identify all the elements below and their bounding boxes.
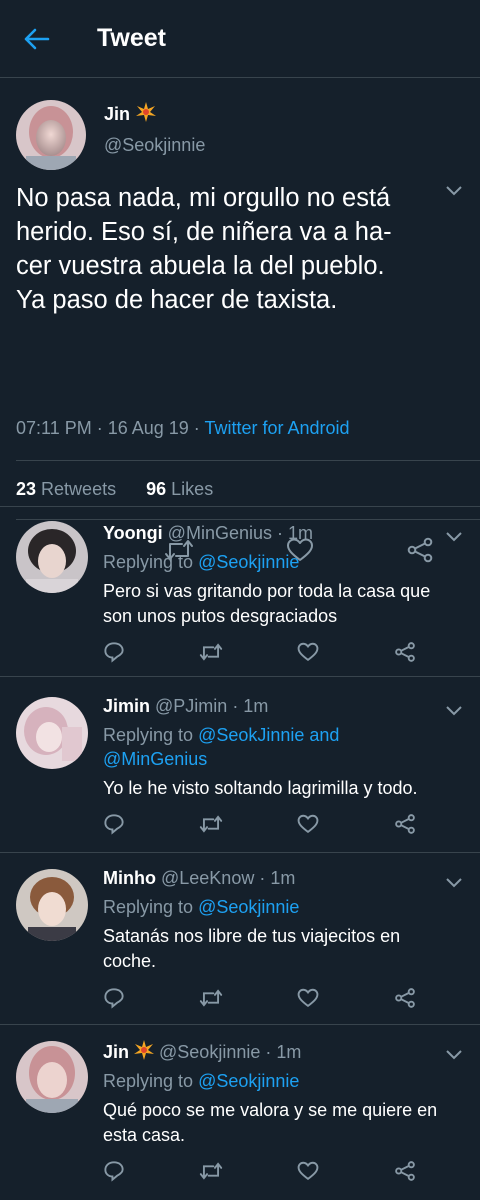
display-name[interactable]: Jin [104, 104, 130, 125]
reply-icon[interactable] [103, 1160, 125, 1182]
tweet-text: No pasa nada, mi orgullo no está herido.… [16, 181, 466, 317]
avatar[interactable] [16, 697, 88, 769]
share-icon[interactable] [394, 813, 416, 835]
avatar[interactable] [16, 100, 86, 170]
display-name[interactable]: Jin [103, 1042, 129, 1063]
top-bar: Tweet [0, 0, 480, 78]
tweet-meta: 07:11 PM · 16 Aug 19 · Twitter for Andro… [16, 418, 350, 439]
reply-text-line: Satanás nos libre de tus viajecitos en [103, 926, 401, 946]
main-tweet: Jin @Seokjinnie No pasa nada, mi orgullo… [0, 78, 480, 563]
chevron-down-icon[interactable] [446, 1047, 462, 1063]
retweet-icon[interactable] [199, 1160, 223, 1182]
handle-time: @LeeKnow · 1m [161, 868, 296, 888]
likes-count[interactable]: 96 [146, 479, 166, 499]
share-icon[interactable] [394, 1160, 416, 1182]
reply-text-line: esta casa. [103, 1125, 186, 1145]
reply-tweet[interactable]: Minho @LeeKnow · 1m Replying to @Seokjin… [0, 852, 480, 1024]
share-icon[interactable] [394, 641, 416, 663]
replying-to-link[interactable]: @Seokjinnie [198, 1071, 299, 1091]
sparkle-burst-icon [136, 102, 157, 127]
like-icon[interactable] [297, 641, 319, 663]
divider [16, 460, 480, 461]
share-icon[interactable] [394, 987, 416, 1009]
tweet-source-link[interactable]: Twitter for Android [204, 418, 349, 438]
display-name[interactable]: Jimin [103, 696, 150, 716]
reply-text-line: Pero si vas gritando por toda la casa qu… [103, 581, 431, 601]
page-title: Tweet [97, 24, 166, 52]
like-icon[interactable] [297, 987, 319, 1009]
avatar[interactable] [16, 869, 88, 941]
retweets-label[interactable]: Retweets [41, 479, 116, 499]
avatar[interactable] [16, 521, 88, 593]
chevron-down-icon[interactable] [446, 529, 462, 545]
replying-to-link[interactable]: @SeokJinnie and [198, 725, 339, 745]
replying-to-label: Replying to [103, 552, 199, 572]
reply-text-line: Qué poco se me valora y se me quiere en [103, 1100, 438, 1120]
display-name[interactable]: Yoongi [103, 523, 163, 543]
reply-text-line: coche. [103, 951, 157, 971]
reply-tweet[interactable]: Jin @Seokjinnie · 1m Replying to @Seokji… [0, 1024, 480, 1200]
sparkle-burst-icon [134, 1040, 155, 1065]
like-icon[interactable] [297, 813, 319, 835]
replying-to-label: Replying to [103, 897, 199, 917]
tweet-text-line: cer vuestra abuela la del pueblo. [16, 252, 385, 280]
handle-time: @MinGenius · 1m [167, 523, 313, 543]
arrow-left-icon[interactable] [24, 25, 52, 53]
reply-icon[interactable] [103, 813, 125, 835]
chevron-down-icon[interactable] [446, 875, 462, 891]
tweet-stats: 23 Retweets 96 Likes [16, 479, 213, 500]
reply-text-line: son unos putos desgraciados [103, 606, 338, 626]
handle-time: @PJimin · 1m [155, 696, 269, 716]
tweet-text-line: herido. Eso sí, de niñera va a ha- [16, 218, 392, 246]
retweets-count[interactable]: 23 [16, 479, 36, 499]
replying-to-link[interactable]: @Seokjinnie [198, 552, 299, 572]
avatar[interactable] [16, 1041, 88, 1113]
chevron-down-icon[interactable] [446, 703, 462, 719]
retweet-icon[interactable] [199, 641, 223, 663]
likes-label[interactable]: Likes [171, 479, 213, 499]
replying-to-label: Replying to [103, 1071, 199, 1091]
reply-tweet[interactable]: Yoongi @MinGenius · 1m Replying to @Seok… [0, 506, 480, 676]
replying-to-link[interactable]: @Seokjinnie [198, 897, 299, 917]
like-icon[interactable] [297, 1160, 319, 1182]
tweet-text-line: Ya paso de hacer de taxista. [16, 286, 338, 314]
replying-to-link[interactable]: @MinGenius [103, 747, 339, 771]
reply-icon[interactable] [103, 987, 125, 1009]
handle[interactable]: @Seokjinnie [104, 135, 205, 156]
reply-tweet[interactable]: Jimin @PJimin · 1m Replying to @SeokJinn… [0, 676, 480, 852]
replying-to-label: Replying to [103, 725, 199, 745]
tweet-timestamp: 07:11 PM · 16 Aug 19 · [16, 418, 205, 438]
display-name[interactable]: Minho [103, 868, 156, 888]
reply-text-line: Yo le he visto soltando lagrimilla y tod… [103, 778, 418, 798]
tweet-text-line: No pasa nada, mi orgullo no está [16, 184, 391, 212]
retweet-icon[interactable] [199, 813, 223, 835]
handle-time: @Seokjinnie · 1m [159, 1042, 302, 1062]
reply-icon[interactable] [103, 641, 125, 663]
retweet-icon[interactable] [199, 987, 223, 1009]
